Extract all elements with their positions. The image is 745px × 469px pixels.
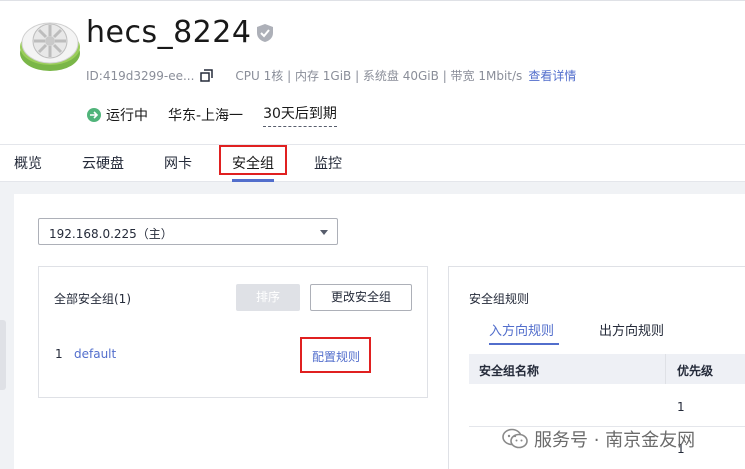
- tab-inbound-rules[interactable]: 入方向规则: [489, 320, 554, 339]
- details-link[interactable]: 查看详情: [528, 67, 576, 84]
- table-row: 1: [677, 400, 685, 414]
- server-logo-icon: [20, 22, 80, 71]
- highlight-box-tab: [219, 145, 287, 175]
- rules-table-header: 安全组名称 优先级: [469, 354, 745, 384]
- column-header-group-name: 安全组名称: [479, 364, 540, 378]
- tab-nic[interactable]: 网卡: [164, 153, 192, 173]
- watermark: 服务号 · 南京金友网: [502, 426, 695, 452]
- change-security-group-button[interactable]: 更改安全组: [310, 284, 412, 311]
- watermark-text: 服务号 · 南京金友网: [534, 430, 696, 451]
- security-group-title: 全部安全组(1): [54, 292, 131, 306]
- security-group-name-link[interactable]: default: [74, 347, 116, 361]
- column-divider: [665, 354, 666, 384]
- instance-header: hecs_8224 ID:419d3299-ee... CPU 1核 | 内存 …: [0, 0, 745, 144]
- status-text: 运行中: [106, 108, 148, 124]
- expiry-text[interactable]: 30天后到期: [263, 103, 337, 127]
- instance-meta: ID:419d3299-ee... CPU 1核 | 内存 1GiB | 系统盘…: [86, 67, 576, 84]
- sort-button[interactable]: 排序: [236, 284, 300, 311]
- tab-outbound-rules[interactable]: 出方向规则: [599, 320, 664, 339]
- running-status-icon: [87, 108, 101, 122]
- region-text: 华东-上海一: [168, 108, 244, 124]
- sidebar-collapse-handle[interactable]: [0, 320, 6, 390]
- shield-check-icon: [257, 24, 273, 42]
- security-group-index: 1: [55, 347, 63, 361]
- copy-icon[interactable]: [200, 69, 214, 82]
- instance-status-row: 运行中 华东-上海一 30天后到期: [86, 103, 337, 127]
- highlight-box-configure: [300, 337, 371, 373]
- tab-overview[interactable]: 概览: [14, 153, 42, 173]
- instance-name: hecs_8224: [86, 15, 252, 50]
- tab-monitor[interactable]: 监控: [314, 153, 342, 173]
- nic-select-value: 192.168.0.225（主）: [49, 227, 173, 241]
- instance-id: ID:419d3299-ee...: [86, 68, 195, 83]
- rules-tab-indicator: [489, 343, 559, 345]
- active-tab-indicator: [232, 179, 274, 182]
- tab-disks[interactable]: 云硬盘: [82, 153, 124, 173]
- rules-title: 安全组规则: [469, 292, 530, 306]
- chevron-down-icon: [320, 230, 328, 235]
- nic-select[interactable]: 192.168.0.225（主）: [38, 218, 338, 245]
- wechat-icon: [502, 428, 528, 449]
- instance-specs: CPU 1核 | 内存 1GiB | 系统盘 40GiB | 带宽 1Mbit/…: [235, 69, 523, 83]
- tab-bar: 概览 云硬盘 网卡 安全组 监控: [0, 144, 745, 182]
- column-header-priority: 优先级: [677, 364, 714, 378]
